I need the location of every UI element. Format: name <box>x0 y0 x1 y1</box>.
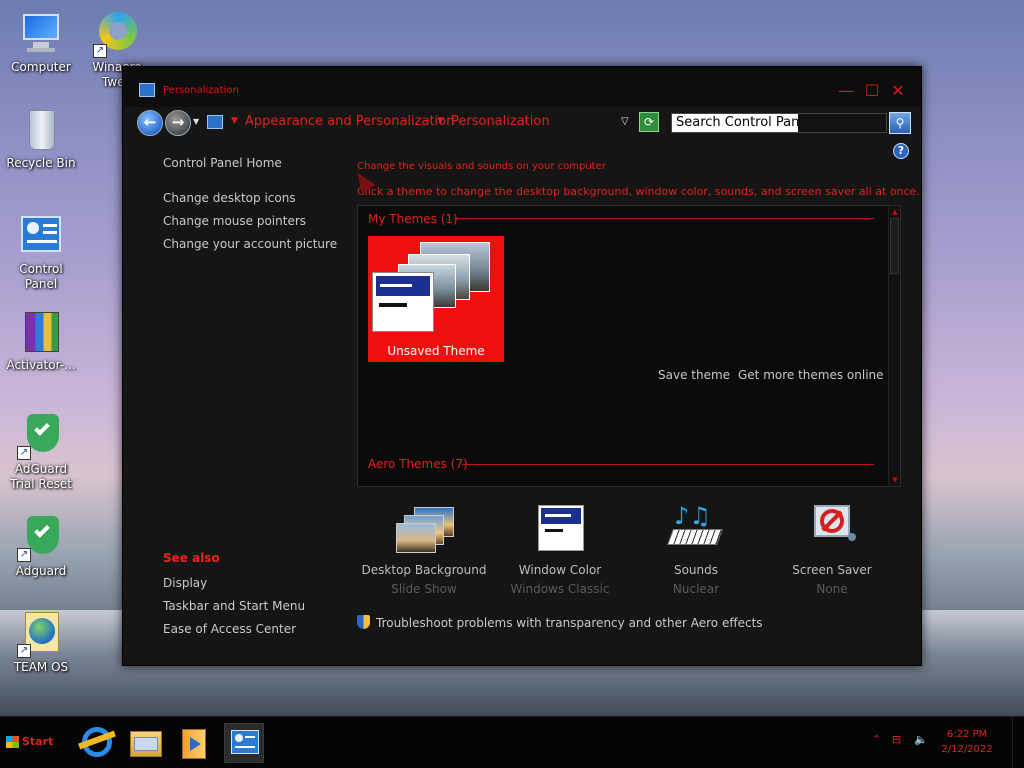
volume-muted-icon[interactable]: 🔈 <box>914 733 928 746</box>
adguard-shield-icon: ↗ <box>17 516 63 562</box>
desktop-icon-activator[interactable]: Activator-... <box>0 310 82 373</box>
window-preview-icon <box>372 272 434 332</box>
control-panel-small-icon <box>207 115 223 129</box>
screen-saver-icon <box>804 503 860 555</box>
theme-label: Unsaved Theme <box>387 344 485 358</box>
show-desktop-button[interactable] <box>1012 717 1024 768</box>
see-also-header: See also <box>163 551 220 565</box>
breadcrumb-personalization[interactable]: Personalization <box>451 114 550 129</box>
close-button[interactable]: ✕ <box>887 81 909 101</box>
taskbar: Start ⌃ ⊟ 🔈 6:22 PM 2/12/2022 <box>0 716 1024 768</box>
breadcrumb-appearance-and-personalization[interactable]: Appearance and Personalization <box>245 114 454 129</box>
media-player-icon[interactable] <box>174 723 214 763</box>
display-link[interactable]: Display <box>163 572 353 595</box>
address-bar: ← → ▼ ▼ Appearance and Personalization ▼… <box>135 107 913 137</box>
aero-themes-header: Aero Themes (7) <box>368 457 468 471</box>
troubleshoot-aero-link[interactable]: Troubleshoot problems with transparency … <box>357 615 763 630</box>
change-desktop-icons-link[interactable]: Change desktop icons <box>163 190 353 206</box>
change-account-picture-link[interactable]: Change your account picture <box>163 236 353 252</box>
uac-shield-icon <box>357 615 370 629</box>
control-panel-home-link[interactable]: Control Panel Home <box>163 155 353 171</box>
search-input[interactable]: Search Control Panel <box>671 113 887 133</box>
save-theme-link[interactable]: Save theme <box>658 368 730 382</box>
desktop-icon-team-os[interactable]: ↗ TEAM OS <box>0 612 82 675</box>
computer-icon <box>19 12 63 56</box>
control-panel-icon <box>19 214 63 258</box>
taskbar-and-start-menu-link[interactable]: Taskbar and Start Menu <box>163 595 353 618</box>
recycle-bin-icon <box>19 108 63 152</box>
scroll-down-icon[interactable]: ▼ <box>890 475 900 485</box>
shortcut-arrow-icon: ↗ <box>17 446 31 460</box>
personalization-window: Personalization — ☐ ✕ ← → ▼ ▼ Appearance… <box>122 66 922 666</box>
forward-button[interactable]: → <box>165 110 191 136</box>
control-panel-icon[interactable] <box>224 723 264 763</box>
network-icon[interactable]: ⊟ <box>892 733 901 746</box>
address-dropdown-icon[interactable]: ▽ <box>621 116 629 127</box>
breadcrumb-chevron-icon[interactable]: ▼ <box>231 116 238 126</box>
desktop-icon-computer[interactable]: Computer <box>0 12 82 75</box>
system-clock[interactable]: 6:22 PM 2/12/2022 <box>934 727 1000 757</box>
back-button[interactable]: ← <box>137 110 163 136</box>
breadcrumb-chevron-icon[interactable]: ▼ <box>437 116 444 126</box>
page-title: Change the visuals and sounds on your co… <box>357 161 606 172</box>
desktop-background-option[interactable]: Desktop Background Slide Show <box>359 503 489 596</box>
screen-saver-option[interactable]: Screen Saver None <box>767 503 897 596</box>
maximize-button[interactable]: ☐ <box>861 81 883 101</box>
sounds-icon: ♪♫ <box>667 503 724 555</box>
themes-list[interactable]: My Themes (1) Unsaved Theme Save theme G… <box>357 205 901 487</box>
desktop-background-icon <box>396 503 454 555</box>
shortcut-arrow-icon: ↗ <box>93 44 107 58</box>
clock-date: 2/12/2022 <box>941 744 993 755</box>
desktop-icon-adguard[interactable]: ↗ Adguard <box>0 516 82 579</box>
recent-pages-chevron-icon[interactable]: ▼ <box>193 117 199 126</box>
winaero-tweaker-icon: ↗ <box>93 12 139 58</box>
desktop-icon-recycle-bin[interactable]: Recycle Bin <box>0 108 82 171</box>
themes-scrollbar[interactable]: ▲ ▼ <box>888 206 900 486</box>
search-icon[interactable]: ⚲ <box>889 112 911 134</box>
clock-time: 6:22 PM <box>946 729 988 740</box>
internet-explorer-icon[interactable] <box>76 723 116 763</box>
shortcut-arrow-icon: ↗ <box>17 644 31 658</box>
windows-logo-icon <box>6 736 19 748</box>
help-icon[interactable]: ? <box>893 143 909 159</box>
globe-document-icon: ↗ <box>17 612 63 658</box>
personalization-icon <box>139 83 155 97</box>
page-subtitle: Click a theme to change the desktop back… <box>357 185 920 198</box>
scroll-up-icon[interactable]: ▲ <box>890 207 900 217</box>
get-more-themes-link[interactable]: Get more themes online <box>738 368 884 382</box>
window-color-option[interactable]: Window Color Windows Classic <box>495 503 625 596</box>
window-title: Personalization <box>163 85 239 96</box>
change-mouse-pointers-link[interactable]: Change mouse pointers <box>163 213 353 229</box>
my-themes-header: My Themes (1) <box>368 212 458 226</box>
desktop-icon-control-panel[interactable]: Control Panel <box>0 214 82 292</box>
window-color-icon <box>532 503 588 555</box>
ease-of-access-center-link[interactable]: Ease of Access Center <box>163 618 353 641</box>
see-also-section: See also Display Taskbar and Start Menu … <box>163 551 353 641</box>
shortcut-arrow-icon: ↗ <box>17 548 31 562</box>
desktop-icon-adguard-trial-reset[interactable]: ↗ AdGuard Trial Reset <box>0 414 82 492</box>
minimize-button[interactable]: — <box>835 81 857 101</box>
left-navigation: Control Panel Home Change desktop icons … <box>163 155 353 252</box>
file-explorer-icon[interactable] <box>126 723 166 763</box>
start-button[interactable]: Start <box>2 725 54 759</box>
adguard-shield-icon: ↗ <box>17 414 63 460</box>
winrar-archive-icon <box>19 310 63 354</box>
title-bar[interactable]: Personalization — ☐ ✕ <box>123 67 921 107</box>
show-hidden-icons-chevron-icon[interactable]: ⌃ <box>872 733 881 746</box>
refresh-icon[interactable]: ⟳ <box>639 112 659 132</box>
sounds-option[interactable]: ♪♫ Sounds Nuclear <box>631 503 761 596</box>
theme-tile-unsaved[interactable]: Unsaved Theme <box>368 236 504 362</box>
